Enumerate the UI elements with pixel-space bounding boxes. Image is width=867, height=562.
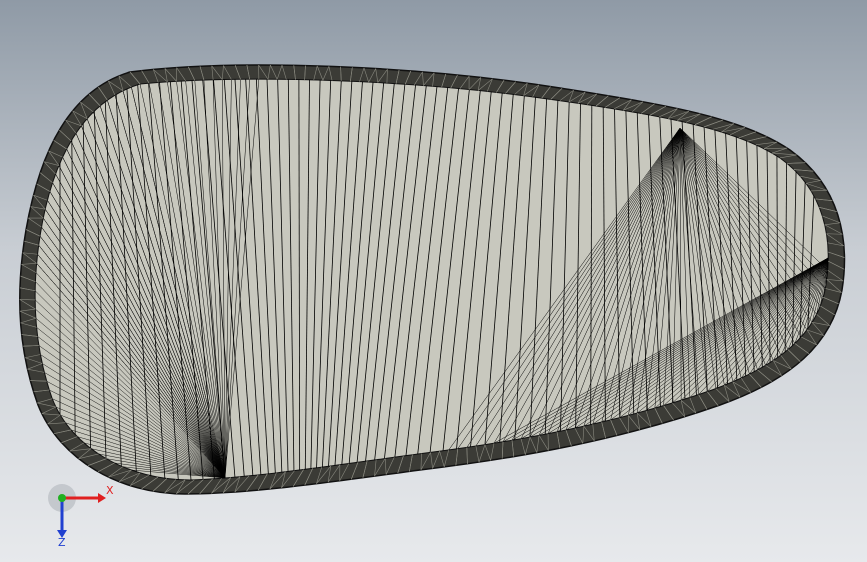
graphics-viewport[interactable]: X Z <box>0 0 867 562</box>
x-axis-label: X <box>106 484 114 497</box>
x-axis-arrowhead <box>98 493 106 503</box>
mesh-model[interactable] <box>0 0 867 562</box>
y-axis-dot <box>58 494 66 502</box>
model-face <box>34 78 829 481</box>
z-axis-label: Z <box>58 536 66 548</box>
coordinate-triad-icon: X Z <box>40 478 120 548</box>
